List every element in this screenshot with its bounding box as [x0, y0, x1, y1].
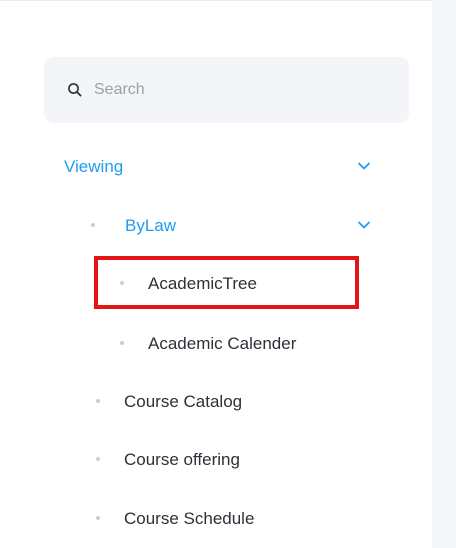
search-icon — [66, 81, 84, 99]
menu-item-viewing-label: Viewing — [64, 156, 124, 176]
menu-item-course-schedule[interactable]: Course Schedule — [0, 493, 432, 543]
bullet-dot-icon — [96, 457, 100, 461]
bullet-dot-icon — [120, 341, 124, 345]
bullet-dot-icon — [120, 281, 124, 285]
menu-item-course-schedule-label: Course Schedule — [124, 508, 255, 528]
content-area-edge — [432, 0, 456, 548]
chevron-down-icon[interactable] — [357, 218, 371, 232]
menu-item-course-catalog-label: Course Catalog — [124, 391, 243, 411]
chevron-down-icon[interactable] — [357, 159, 371, 173]
bullet-dot-icon — [96, 399, 100, 403]
menu-item-academic-tree[interactable]: AcademicTree — [0, 258, 432, 308]
menu-item-bylaw[interactable]: ByLaw — [0, 200, 432, 250]
menu-item-course-catalog[interactable]: Course Catalog — [0, 376, 432, 426]
menu-item-academic-calender-label: Academic Calender — [148, 333, 297, 353]
menu-item-academic-tree-label: AcademicTree — [148, 273, 257, 293]
menu-item-academic-calender[interactable]: Academic Calender — [0, 318, 432, 368]
menu-item-course-offering[interactable]: Course offering — [0, 434, 432, 484]
menu-item-viewing[interactable]: Viewing — [0, 141, 432, 191]
sidebar-panel: Search Viewing ByLaw AcademicTree Academ… — [0, 0, 432, 548]
menu-item-bylaw-label: ByLaw — [125, 215, 177, 235]
search-placeholder: Search — [94, 81, 145, 98]
menu-item-course-offering-label: Course offering — [124, 449, 240, 469]
bullet-dot-icon — [91, 223, 95, 227]
search-box[interactable]: Search — [44, 57, 409, 123]
bullet-dot-icon — [96, 516, 100, 520]
